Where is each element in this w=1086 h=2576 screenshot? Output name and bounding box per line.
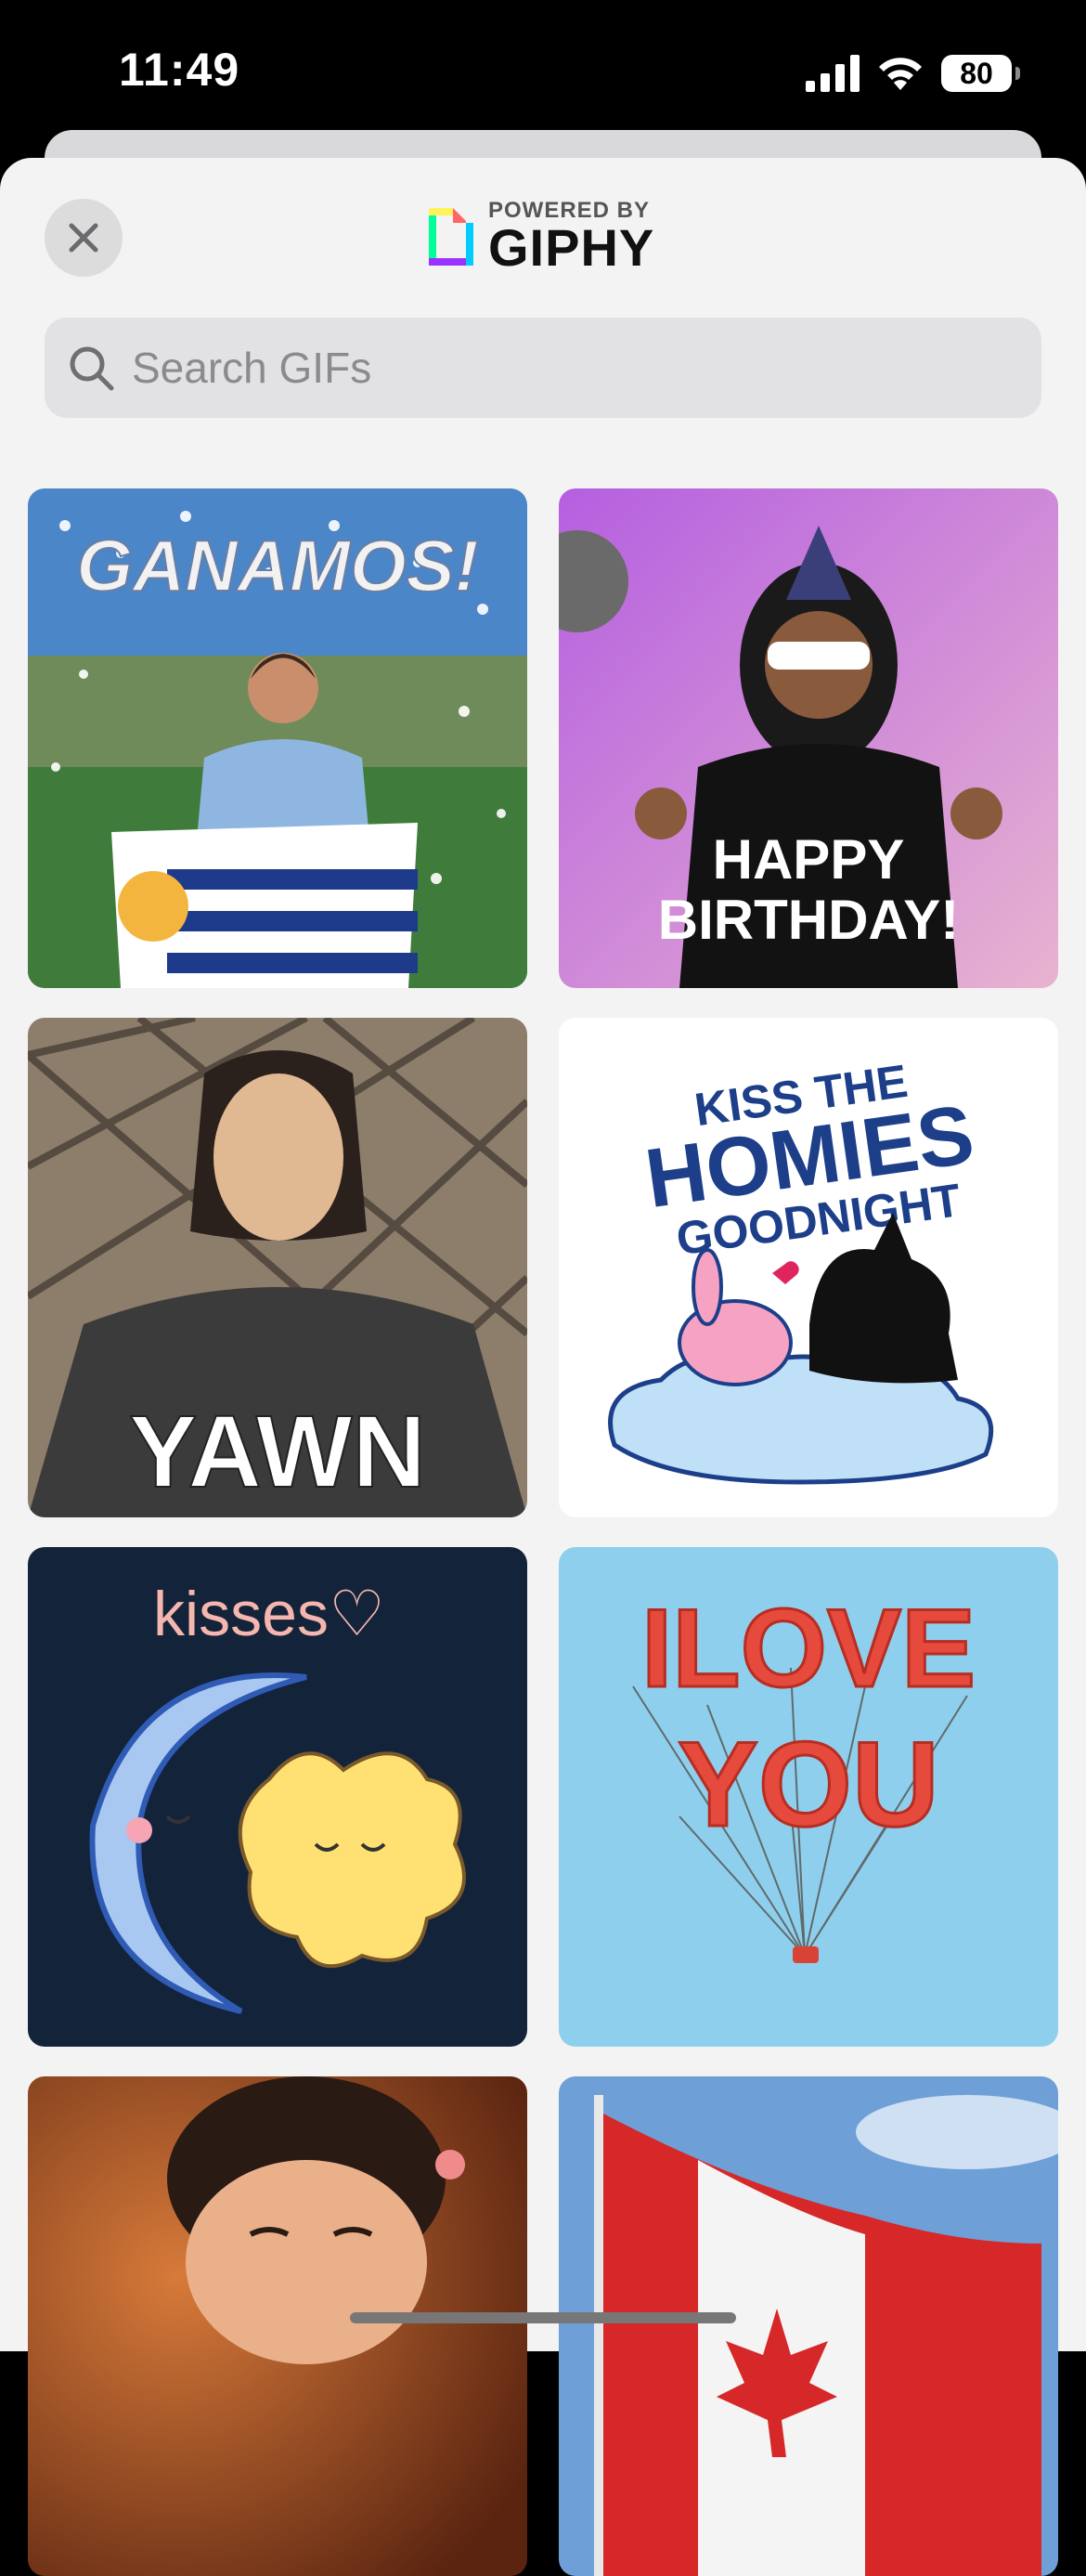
gif-tile-animated-girl[interactable] (28, 2076, 527, 2576)
cellular-signal-icon (806, 55, 860, 92)
search-input[interactable] (130, 342, 969, 394)
status-icons: 80 (806, 50, 1020, 97)
giphy-label: GIPHY (488, 218, 655, 277)
gif-caption: GANAMOS! (76, 525, 478, 606)
battery-level: 80 (960, 56, 993, 90)
home-indicator (350, 2312, 736, 2323)
battery-icon: 80 (941, 55, 1020, 92)
gif-caption: YAWN (129, 1395, 426, 1509)
giphy-branding: POWERED BY GIPHY (425, 200, 654, 274)
gif-caption-line: YOU (678, 1716, 939, 1852)
search-icon (70, 346, 114, 391)
gif-caption-line: BIRTHDAY! (658, 889, 959, 951)
gif-tile-ganamos[interactable]: GANAMOS! (28, 488, 527, 988)
giphy-logo-icon (429, 208, 473, 266)
gif-tile-happy-birthday[interactable]: HAPPY BIRTHDAY! (559, 488, 1058, 988)
status-bar: 11:49 80 (0, 0, 1086, 139)
gif-tile-canada-flag[interactable] (559, 2076, 1058, 2576)
wifi-icon (879, 58, 922, 90)
gif-caption-line: HAPPY (713, 828, 905, 891)
close-button[interactable] (45, 199, 123, 277)
search-bar[interactable] (45, 318, 1041, 418)
gif-tile-yawn[interactable]: YAWN (28, 1018, 527, 1517)
gif-tile-kisses[interactable]: kisses♡ (28, 1547, 527, 2047)
gif-caption: kisses♡ (153, 1579, 385, 1649)
close-icon (69, 223, 98, 253)
gif-tile-i-love-you[interactable]: ILOVE YOU (559, 1547, 1058, 2047)
status-time: 11:49 (119, 44, 240, 96)
gif-caption-line: ILOVE (641, 1586, 976, 1711)
gif-tile-kiss-the-homies[interactable]: KISS THE HOMIES GOODNIGHT (559, 1018, 1058, 1517)
